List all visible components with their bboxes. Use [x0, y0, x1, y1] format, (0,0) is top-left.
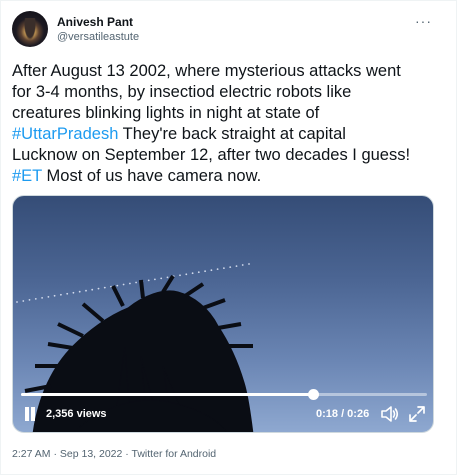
- more-options-icon[interactable]: ···: [415, 13, 432, 29]
- tweet-text-line: Lucknow on September 12, after two decad…: [12, 146, 411, 164]
- pause-icon[interactable]: [24, 407, 36, 421]
- author-name[interactable]: Anivesh Pant: [57, 15, 133, 29]
- fullscreen-icon[interactable]: [409, 406, 425, 422]
- tweet-text-line: #UttarPradesh They're back straight at c…: [12, 124, 452, 145]
- author-handle[interactable]: @versatileastute: [57, 31, 139, 43]
- meta-separator: ·: [122, 448, 132, 460]
- tweet-text-segment: Most of us have camera now.: [41, 167, 262, 185]
- tweet-metadata: 2:27 AM · Sep 13, 2022 · Twitter for And…: [12, 448, 216, 460]
- video-progress-fill: [21, 393, 314, 396]
- tweet-card: Anivesh Pant @versatileastute ··· After …: [0, 0, 457, 475]
- tweet-text-segment: They're back straight at capital: [118, 125, 346, 143]
- meta-separator: ·: [50, 448, 60, 460]
- tweet-source: Twitter for Android: [131, 448, 217, 460]
- video-view-count: 2,356 views: [46, 408, 107, 420]
- tweet-text-line: creatures blinking lights in night at st…: [12, 104, 320, 122]
- video-player[interactable]: 2,356 views 0:18 / 0:26: [12, 195, 434, 433]
- hashtag-uttarpradesh[interactable]: #UttarPradesh: [12, 125, 118, 143]
- tweet-text-line: After August 13 2002, where mysterious a…: [12, 62, 401, 80]
- tweet-date[interactable]: Sep 13, 2022: [60, 448, 122, 460]
- tweet-time[interactable]: 2:27 AM: [12, 448, 51, 460]
- video-controls: 2,356 views 0:18 / 0:26: [13, 404, 433, 428]
- avatar-silhouette: [24, 18, 36, 40]
- video-frame-tree: [24, 274, 254, 432]
- avatar[interactable]: [12, 11, 48, 47]
- volume-icon[interactable]: [381, 406, 399, 422]
- tweet-text: After August 13 2002, where mysterious a…: [12, 61, 452, 187]
- video-progress-bar[interactable]: [21, 389, 427, 400]
- hashtag-et[interactable]: #ET: [12, 167, 42, 185]
- tweet-text-line: #ET Most of us have camera now.: [12, 166, 452, 187]
- video-time: 0:18 / 0:26: [316, 408, 370, 420]
- tweet-text-line: for 3-4 months, by insectiod electric ro…: [12, 83, 352, 101]
